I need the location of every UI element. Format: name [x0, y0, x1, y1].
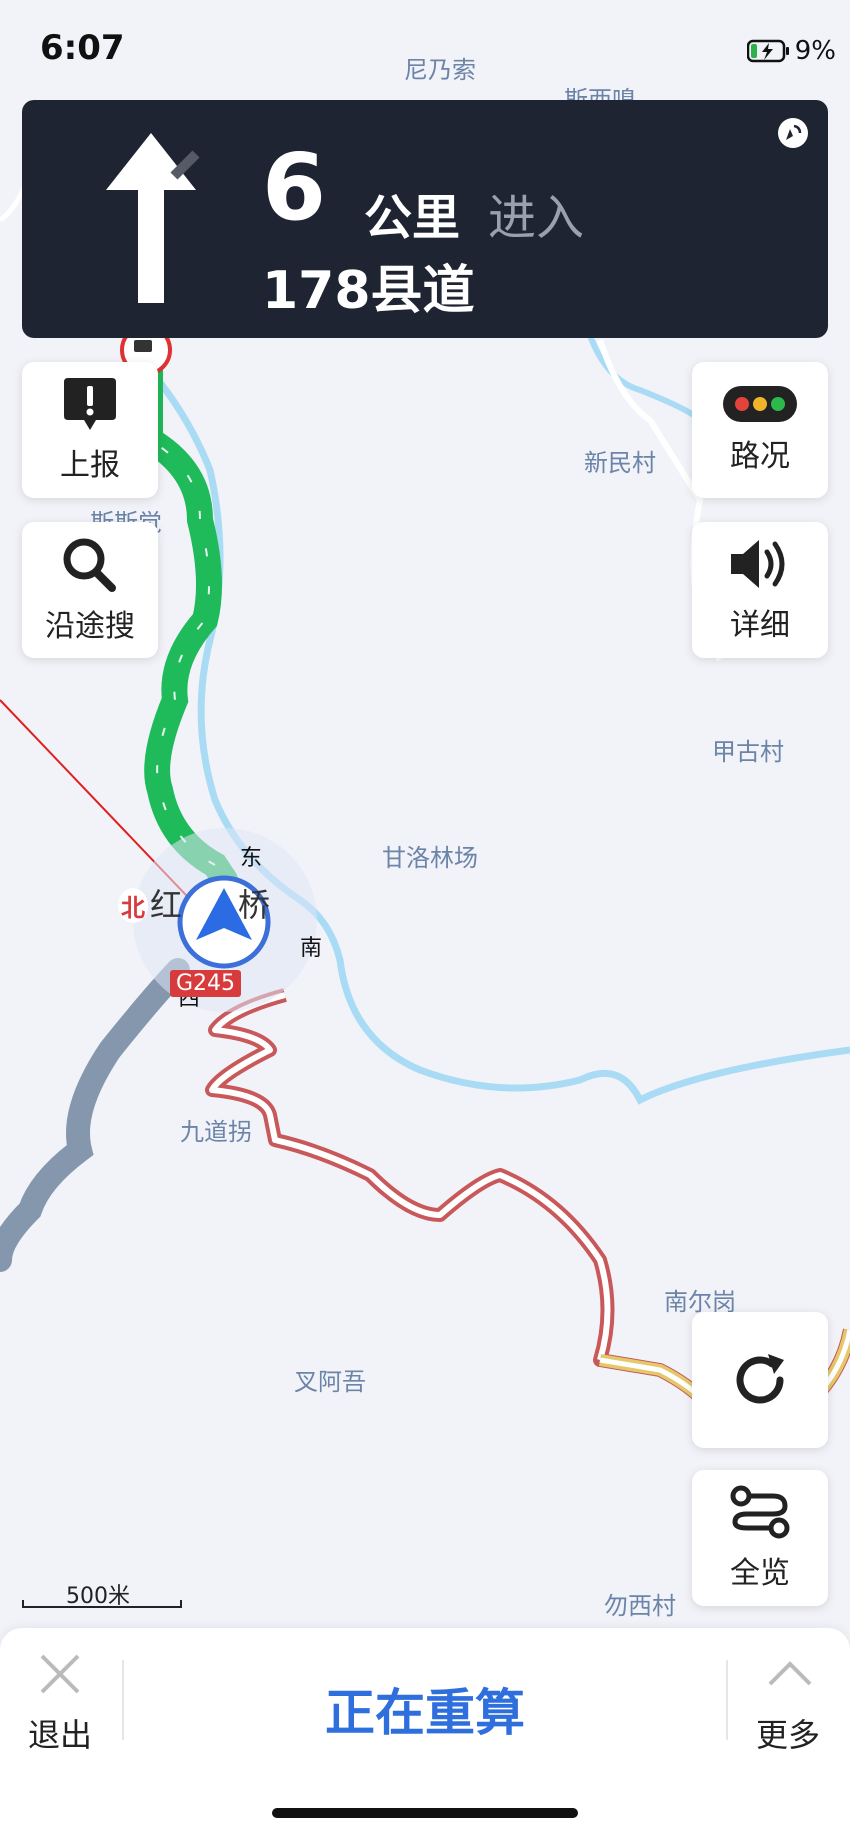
map-label: 勿西村	[604, 1592, 676, 1620]
refresh-icon	[736, 1354, 784, 1404]
scale-bar	[22, 1600, 182, 1608]
refresh-route-button[interactable]	[692, 1312, 828, 1448]
battery-indicator: 9%	[746, 36, 836, 66]
map-label: 甲古村	[712, 738, 784, 766]
map-label: 叉阿吾	[294, 1368, 366, 1396]
search-icon	[63, 538, 116, 592]
traffic-label: 路况	[730, 439, 790, 474]
more-button[interactable]: 更多	[756, 1710, 820, 1756]
straight-arrow-icon	[106, 133, 200, 303]
maneuver-action: 进入	[488, 190, 585, 246]
report-label: 上报	[60, 448, 120, 483]
status-time: 6:07	[40, 28, 125, 68]
traffic-light-icon	[723, 386, 797, 422]
battery-icon	[746, 39, 789, 63]
traffic-button[interactable]: 路况	[692, 362, 828, 498]
map-label: 九道拐	[180, 1118, 252, 1146]
route-overview-label: 全览	[730, 1556, 790, 1591]
map-label: 新民村	[584, 449, 656, 477]
speaker-icon	[731, 540, 785, 588]
map-label: 尼乃索	[404, 56, 476, 84]
compass-south: 南	[300, 936, 323, 961]
report-button[interactable]: 上报	[22, 362, 158, 498]
distance-value: 6	[262, 134, 327, 241]
search-along-route-button[interactable]: 沿途搜	[22, 522, 158, 658]
battery-percent: 9%	[794, 36, 836, 66]
voice-detail-button[interactable]: 详细	[692, 522, 828, 658]
distance-unit: 公里	[364, 190, 461, 246]
chevron-up-icon[interactable]	[766, 1658, 814, 1688]
road-name: 178县道	[262, 261, 475, 321]
route-overview-icon	[730, 1485, 790, 1539]
map-label: 甘洛林场	[382, 844, 478, 872]
navigation-banner: 6 公里 进入 178县道	[22, 100, 828, 338]
compass-east: 东	[240, 846, 263, 871]
map-label-place: 红桥	[150, 886, 327, 924]
recalculating-status: 正在重算	[325, 1684, 525, 1742]
divider	[726, 1660, 728, 1740]
bottom-bar: 退出 正在重算 更多	[0, 1628, 850, 1841]
voice-detail-label: 详细	[730, 608, 790, 643]
compass-north: 北	[118, 888, 148, 923]
road-number-tag: G245	[170, 970, 242, 997]
search-along-route-label: 沿途搜	[45, 609, 135, 644]
gps-signal-icon[interactable]	[776, 116, 810, 150]
report-icon	[64, 378, 116, 430]
route-overview-button[interactable]: 全览	[692, 1470, 828, 1606]
home-indicator[interactable]	[272, 1808, 578, 1818]
